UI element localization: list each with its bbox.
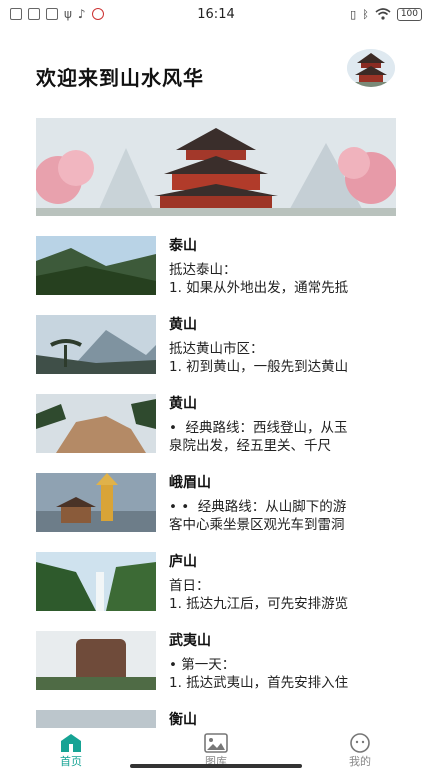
list-item-desc: 首日： 1. 抵达九江后，可先安排游览 xyxy=(169,578,349,612)
list-item-desc: • 经典路线：西线登山，从玉 泉院出发，经五里关、千尺 xyxy=(169,420,348,454)
thumbnail-image xyxy=(36,394,156,453)
list-item-desc: • 第一天： 1. 抵达武夷山，首先安排入住 xyxy=(169,657,349,691)
doc-icon xyxy=(10,8,22,20)
nav-home-label: 首页 xyxy=(60,755,82,768)
status-left-icons: ψ ♪ xyxy=(0,7,104,21)
status-bar: ψ ♪ 16:14 ▯ ᛒ 100 xyxy=(0,0,432,28)
nav-profile[interactable]: 我的 xyxy=(320,728,400,768)
app-icon xyxy=(91,8,104,20)
list-item[interactable]: 泰山 抵达泰山： 1. 如果从外地出发，通常先抵 xyxy=(36,236,396,315)
home-indicator xyxy=(130,764,302,768)
thumbnail-image xyxy=(36,710,156,730)
status-right-icons: ▯ ᛒ 100 xyxy=(350,7,432,21)
list-item-desc: • • 经典路线：从山脚下的游 客中心乘坐景区观光车到雷洞 xyxy=(169,499,347,533)
list-item[interactable]: 黄山 • 经典路线：西线登山，从玉 泉院出发，经五里关、千尺 xyxy=(36,394,396,473)
thumbnail-image xyxy=(36,236,156,295)
list-item-desc: 抵达黄山市区： 1. 初到黄山，一般先到达黄山 xyxy=(169,341,349,375)
list-item-title: 衡山 xyxy=(169,712,197,728)
list-item-title: 峨眉山 xyxy=(169,475,211,491)
list-item-desc: 抵达泰山： 1. 如果从外地出发，通常先抵 xyxy=(169,262,349,296)
battery-icon: 100 xyxy=(396,7,422,21)
nav-profile-label: 我的 xyxy=(349,755,371,768)
list-item-title: 武夷山 xyxy=(169,633,211,649)
thumbnail-image xyxy=(36,315,156,374)
list-item[interactable]: 武夷山 • 第一天： 1. 抵达武夷山，首先安排入住 xyxy=(36,631,396,710)
list-item[interactable]: 庐山 首日： 1. 抵达九江后，可先安排游览 xyxy=(36,552,396,631)
list-item-title: 黄山 xyxy=(169,396,197,412)
bluetooth-icon: ᛒ xyxy=(362,7,369,21)
wifi-icon xyxy=(375,8,391,20)
thumbnail-image xyxy=(36,473,156,532)
list-item-title: 庐山 xyxy=(169,554,197,570)
thumbnail-image xyxy=(36,552,156,611)
bottom-nav: 首页 图库 我的 xyxy=(0,728,432,768)
avatar[interactable] xyxy=(347,49,395,87)
page-title: 欢迎来到山水风华 xyxy=(36,66,204,90)
list-item[interactable]: 峨眉山 • • 经典路线：从山脚下的游 客中心乘坐景区观光车到雷洞 xyxy=(36,473,396,552)
home-icon xyxy=(61,734,81,752)
tiktok-icon: ♪ xyxy=(77,7,86,21)
list-item[interactable]: 黄山 抵达黄山市区： 1. 初到黄山，一般先到达黄山 xyxy=(36,315,396,394)
doc-icon xyxy=(28,8,40,20)
usb-icon: ψ xyxy=(64,7,72,21)
thumbnail-image xyxy=(36,631,156,690)
list-item-title: 黄山 xyxy=(169,317,197,333)
gallery-icon xyxy=(204,733,228,753)
profile-icon xyxy=(350,733,370,753)
list-item-title: 泰山 xyxy=(169,238,197,254)
scenic-list: 泰山 抵达泰山： 1. 如果从外地出发，通常先抵 黄山 抵达黄山市区： 1. 初… xyxy=(36,236,396,730)
app-icon xyxy=(46,8,58,20)
nav-gallery[interactable]: 图库 xyxy=(176,728,256,768)
nav-home[interactable]: 首页 xyxy=(31,728,111,768)
vibrate-icon: ▯ xyxy=(350,7,357,21)
list-item[interactable]: 衡山 xyxy=(36,710,396,730)
hero-banner[interactable] xyxy=(36,118,396,216)
